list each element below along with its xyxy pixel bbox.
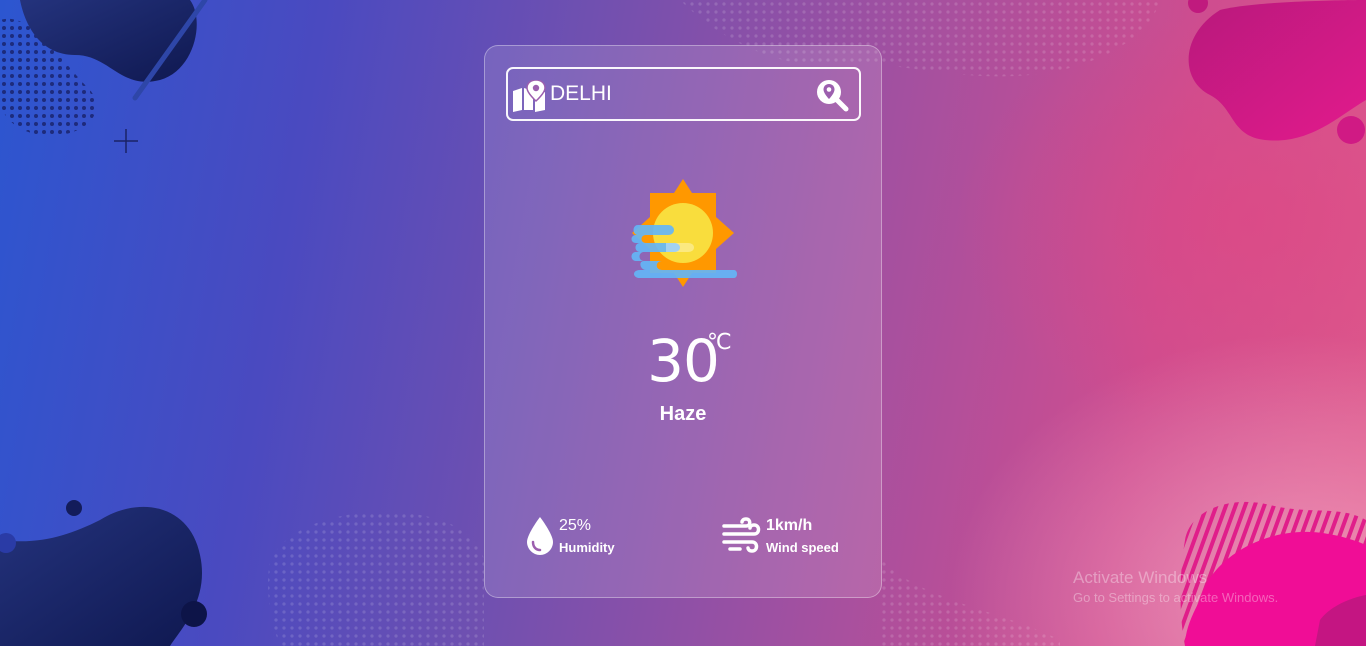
search-button[interactable] — [815, 78, 849, 112]
sun-haze-icon — [631, 179, 737, 287]
humidity-label: Humidity — [559, 540, 615, 555]
search-location-icon — [817, 80, 849, 112]
city-search-input[interactable] — [550, 79, 800, 109]
temperature-display: 30 ℃ — [485, 330, 881, 392]
watermark-title: Activate Windows — [1073, 568, 1208, 587]
watermark-subtitle: Go to Settings to activate Windows. — [1073, 590, 1279, 605]
wind-speed-label: Wind speed — [766, 540, 839, 555]
weather-condition: Haze — [659, 403, 707, 425]
water-drop-icon — [527, 517, 553, 555]
weather-card: 30 ℃ Haze 25% Humidity 1km/h Wind speed — [484, 45, 882, 598]
wind-speed-value: 1km/h — [766, 517, 813, 534]
wind-icon — [722, 517, 761, 553]
humidity-value: 25% — [559, 517, 592, 534]
search-box — [506, 67, 861, 121]
map-location-icon — [513, 80, 546, 112]
activate-windows-watermark: Activate Windows Go to Settings to activ… — [1073, 568, 1278, 605]
temperature-unit: ℃ — [707, 330, 732, 355]
